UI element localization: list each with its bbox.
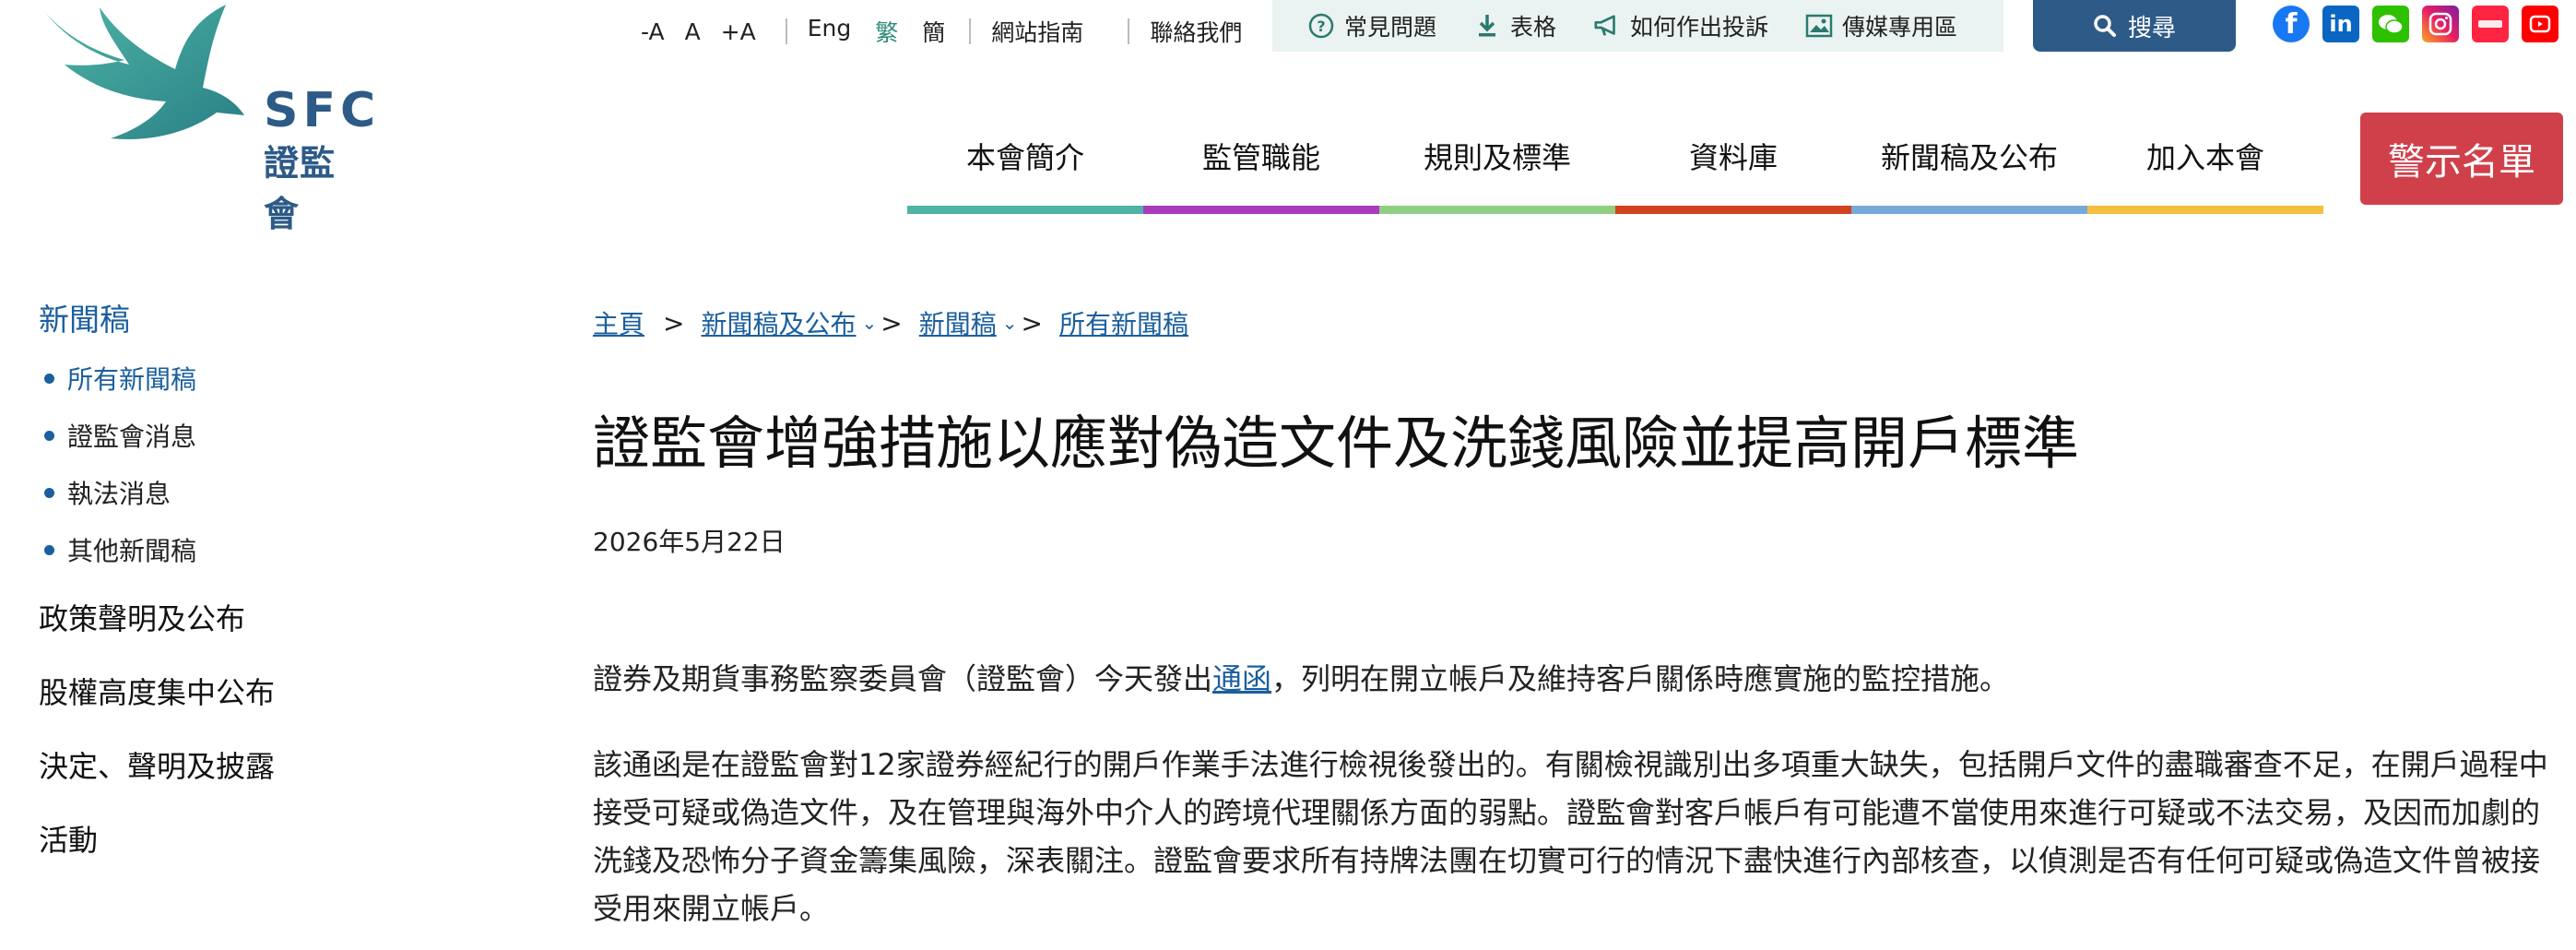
nav-database[interactable]: 資料庫 (1615, 129, 1851, 214)
sidebar-item-other-news[interactable]: 其他新聞稿 (39, 531, 518, 568)
nav-about-label: 本會簡介 (965, 140, 1084, 175)
bullet-dot (44, 430, 54, 441)
sidebar-item-label: 所有新聞稿 (67, 364, 197, 395)
breadcrumb-news-publications[interactable]: 新聞稿及公布 (701, 304, 856, 341)
nav-color-bar (1851, 206, 2087, 214)
forms-link[interactable]: 表格 (1473, 9, 1556, 42)
youtube-icon[interactable] (2522, 6, 2558, 42)
breadcrumb-news[interactable]: 新聞稿 (919, 304, 997, 341)
alert-list-button[interactable]: 警示名單 (2360, 113, 2563, 205)
breadcrumb-separator: > (1021, 307, 1043, 338)
article-paragraph: 證券及期貨事務監察委員會（證監會）今天發出通函，列明在開立帳戶及維持客戶關係時應… (593, 655, 2566, 703)
divider (1128, 18, 1130, 44)
nav-database-label: 資料庫 (1688, 140, 1778, 175)
sidebar-item-shareholding[interactable]: 股權高度集中公布 (39, 670, 518, 712)
faq-label: 常見問題 (1344, 14, 1437, 41)
lang-traditional-link[interactable]: 繁 (875, 15, 898, 48)
instagram-icon[interactable] (2422, 6, 2459, 42)
font-normal-button[interactable]: A (685, 18, 701, 45)
media-label: 傳媒專用區 (1842, 14, 1958, 41)
breadcrumb: 主頁 > 新聞稿及公布 ⌄ > 新聞稿 ⌄ > 所有新聞稿 (593, 304, 1188, 341)
chevron-down-icon[interactable]: ⌄ (1002, 312, 1018, 334)
page-title: 證監會增強措施以應對偽造文件及洗錢風險並提高開戶標準 (593, 410, 2080, 477)
circular-link[interactable]: 通函 (1212, 661, 1271, 696)
nav-news-label: 新聞稿及公布 (1880, 140, 2058, 175)
nav-rules-label: 規則及標準 (1423, 140, 1571, 175)
divider (785, 18, 787, 44)
wechat-icon[interactable] (2372, 6, 2409, 42)
nav-careers-label: 加入本會 (2145, 140, 2264, 175)
nav-color-bar (1615, 206, 1851, 214)
divider (969, 18, 972, 44)
sidebar-item-all-news[interactable]: 所有新聞稿 (39, 360, 518, 397)
nav-regulatory-label: 監管職能 (1201, 140, 1320, 175)
sidebar-item-label: 執法消息 (67, 479, 171, 509)
paragraph-text: 證券及期貨事務監察委員會（證監會）今天發出 (593, 661, 1213, 696)
facebook-icon[interactable]: f (2273, 6, 2310, 42)
utility-bar: -A A +A Eng 繁 簡 網站指南 聯絡我們 (641, 6, 1262, 57)
bullet-dot (44, 544, 54, 555)
breadcrumb-home[interactable]: 主頁 (593, 304, 644, 341)
download-icon (1473, 12, 1501, 40)
paragraph-text: ，列明在開立帳戶及維持客戶關係時應實施的監控措施。 (1271, 661, 2010, 696)
nav-regulatory[interactable]: 監管職能 (1143, 129, 1379, 214)
breadcrumb-separator: > (663, 307, 685, 338)
chevron-down-icon[interactable]: ⌄ (862, 312, 878, 334)
search-label: 搜尋 (2127, 14, 2176, 42)
font-decrease-button[interactable]: -A (641, 18, 665, 45)
xiaohongshu-icon[interactable] (2472, 6, 2509, 42)
complaint-label: 如何作出投訴 (1630, 14, 1769, 41)
breadcrumb-separator: > (880, 307, 903, 338)
bullet-dot (44, 487, 54, 498)
faq-link[interactable]: ? 常見問題 (1307, 9, 1436, 42)
social-links: f in (2273, 6, 2571, 42)
nav-rules[interactable]: 規則及標準 (1379, 129, 1615, 214)
logo-cn-name: 證監會 (264, 143, 337, 234)
search-icon (2094, 15, 2116, 37)
main-navigation: 本會簡介 監管職能 規則及標準 資料庫 新聞稿及公布 加入本會 (907, 129, 2323, 214)
nav-color-bar (2087, 206, 2323, 214)
search-button[interactable]: 搜尋 (2033, 0, 2236, 52)
sidebar-item-enforcement[interactable]: 執法消息 (39, 474, 518, 511)
bullet-dot (44, 373, 54, 384)
sfc-logo[interactable]: SFC 證監會 (37, 0, 375, 234)
megaphone-icon (1593, 12, 1621, 40)
nav-careers[interactable]: 加入本會 (2087, 129, 2323, 214)
nav-color-bar (1379, 206, 1615, 214)
image-icon (1805, 12, 1833, 40)
complaint-link[interactable]: 如何作出投訴 (1593, 9, 1768, 42)
sidebar-heading-news[interactable]: 新聞稿 (39, 295, 518, 339)
nav-about[interactable]: 本會簡介 (907, 129, 1143, 214)
question-circle-icon: ? (1307, 12, 1335, 40)
media-link[interactable]: 傳媒專用區 (1805, 9, 1957, 42)
sidebar-item-sfc-news[interactable]: 證監會消息 (39, 417, 518, 454)
sitemap-link[interactable]: 網站指南 (991, 15, 1083, 48)
font-increase-button[interactable]: +A (721, 18, 756, 45)
quick-links-bar: ? 常見問題 表格 如何作出投訴 傳媒專用區 (1272, 0, 2003, 52)
lang-simplified-link[interactable]: 簡 (922, 15, 945, 48)
svg-text:?: ? (1317, 18, 1325, 35)
sidebar-item-label: 其他新聞稿 (67, 536, 197, 566)
contact-link[interactable]: 聯絡我們 (1150, 15, 1242, 48)
article-date: 2026年5月22日 (593, 527, 786, 557)
article-paragraph: 該通函是在證監會對12家證券經紀行的開戶作業手法進行檢視後發出的。有關檢視識別出… (593, 747, 2548, 926)
nav-news[interactable]: 新聞稿及公布 (1851, 129, 2087, 214)
logo-abbr: SFC (264, 83, 381, 138)
forms-label: 表格 (1510, 14, 1557, 41)
linkedin-icon[interactable]: in (2322, 6, 2359, 42)
breadcrumb-all-news[interactable]: 所有新聞稿 (1059, 304, 1188, 341)
sidebar-item-events[interactable]: 活動 (39, 817, 518, 860)
nav-color-bar (1143, 206, 1379, 214)
sidebar-item-decisions[interactable]: 決定、聲明及披露 (39, 743, 518, 786)
lang-english-link[interactable]: Eng (808, 15, 852, 48)
sidebar: 新聞稿 所有新聞稿 證監會消息 執法消息 其他新聞稿 政策聲明及公布 股權高度集… (39, 295, 518, 891)
sidebar-item-policy[interactable]: 政策聲明及公布 (39, 596, 518, 638)
nav-color-bar (907, 206, 1143, 214)
sidebar-item-label: 證監會消息 (67, 422, 197, 452)
eagle-logo-icon (44, 5, 244, 139)
